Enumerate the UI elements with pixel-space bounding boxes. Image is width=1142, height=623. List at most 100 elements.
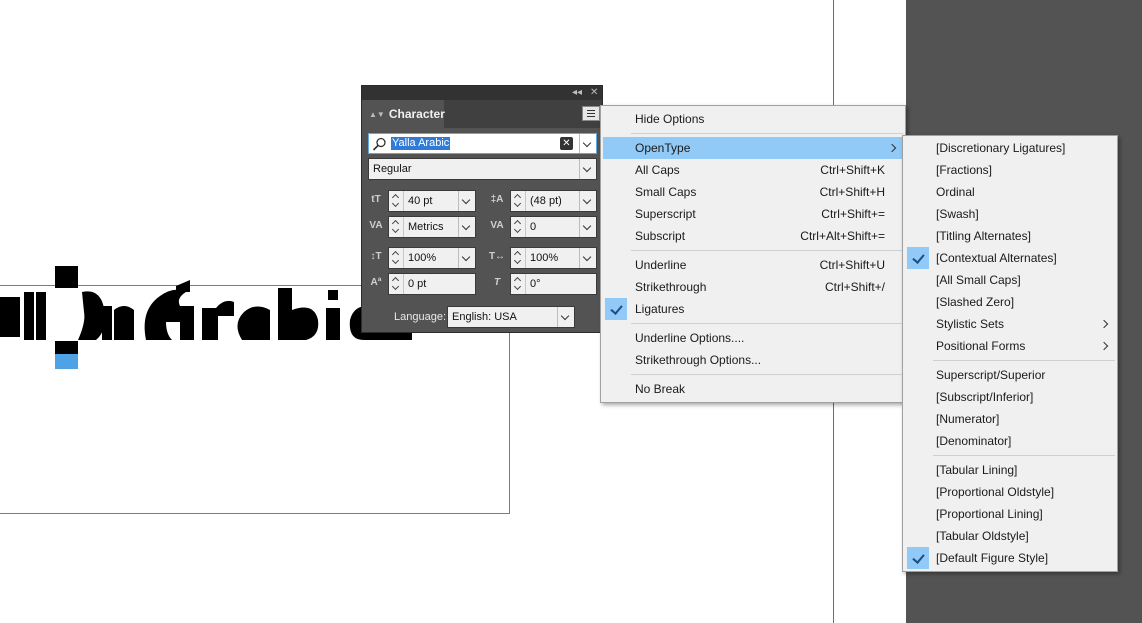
menu-item-hide-options[interactable]: Hide Options — [603, 108, 903, 130]
menu-item-shortcut: Ctrl+Shift+U — [819, 258, 885, 272]
menu-item-no-break[interactable]: No Break — [603, 378, 903, 400]
menu-item-proportional-oldstyle[interactable]: [Proportional Oldstyle] — [905, 481, 1115, 503]
menu-item-numerator[interactable]: [Numerator] — [905, 408, 1115, 430]
menu-item-superscript[interactable]: Superscript Ctrl+Shift+= — [603, 203, 903, 225]
leading-icon: ‡A — [490, 194, 504, 205]
menu-item-subscript-inferior[interactable]: [Subscript/Inferior] — [905, 386, 1115, 408]
menu-item-label: Underline Options.... — [635, 331, 745, 345]
menu-item-titling-alternates[interactable]: [Titling Alternates] — [905, 225, 1115, 247]
panel-expand-arrows-icon: ▲▼ — [369, 110, 385, 119]
menu-item-underline-options[interactable]: Underline Options.... — [603, 327, 903, 349]
stepper-icon[interactable] — [511, 191, 526, 211]
menu-item-label: [Default Figure Style] — [936, 551, 1049, 565]
menu-item-shortcut: Ctrl+Shift+= — [821, 207, 885, 221]
clear-icon[interactable]: ✕ — [560, 137, 573, 150]
chevron-down-icon[interactable] — [579, 191, 596, 211]
chevron-down-icon[interactable] — [579, 248, 596, 268]
menu-item-small-caps[interactable]: Small Caps Ctrl+Shift+H — [603, 181, 903, 203]
menu-separator — [933, 360, 1115, 361]
text-selection-highlight — [55, 354, 78, 369]
menu-item-label: [Swash] — [936, 207, 979, 221]
font-size-value: 40 pt — [408, 195, 433, 207]
checkmark-icon — [605, 298, 627, 320]
menu-item-subscript[interactable]: Subscript Ctrl+Alt+Shift+= — [603, 225, 903, 247]
menu-item-label: [All Small Caps] — [936, 273, 1021, 287]
menu-item-tabular-lining[interactable]: [Tabular Lining] — [905, 459, 1115, 481]
menu-item-ligatures[interactable]: Ligatures — [603, 298, 903, 320]
chevron-down-icon[interactable] — [579, 217, 596, 237]
menu-item-shortcut: Ctrl+Alt+Shift+= — [800, 229, 885, 243]
stepper-icon[interactable] — [511, 217, 526, 237]
baseline-shift-value: 0 pt — [408, 278, 427, 290]
panel-tab-row: ▲▼ Character — [362, 100, 602, 128]
menu-item-ordinal[interactable]: Ordinal — [905, 181, 1115, 203]
menu-item-slashed-zero[interactable]: [Slashed Zero] — [905, 291, 1115, 313]
font-style-select[interactable]: Regular — [368, 158, 597, 180]
menu-item-label: [Denominator] — [936, 434, 1012, 448]
menu-item-all-caps[interactable]: All Caps Ctrl+Shift+K — [603, 159, 903, 181]
menu-item-label: Ordinal — [936, 185, 975, 199]
vertical-scale-field[interactable]: 100% — [388, 247, 476, 269]
stepper-icon[interactable] — [389, 248, 404, 268]
tracking-value: 0 — [530, 221, 537, 233]
menu-item-contextual-alternates[interactable]: [Contextual Alternates] — [905, 247, 1115, 269]
skew-field[interactable]: 0° — [510, 273, 597, 295]
menu-item-positional-forms[interactable]: Positional Forms — [905, 335, 1115, 357]
menu-item-strikethrough-options[interactable]: Strikethrough Options... — [603, 349, 903, 371]
kerning-field[interactable]: Metrics — [388, 216, 476, 238]
chevron-down-icon[interactable] — [557, 307, 574, 327]
chevron-right-icon — [886, 137, 900, 159]
font-family-value: Yalla Arabic — [391, 137, 451, 150]
chevron-down-icon[interactable] — [458, 217, 475, 237]
panel-menu-button[interactable] — [582, 106, 600, 121]
stepper-icon[interactable] — [511, 274, 526, 294]
tab-character[interactable]: ▲▼ Character — [362, 100, 445, 128]
menu-item-default-figure-style[interactable]: [Default Figure Style] — [905, 547, 1115, 569]
stepper-icon[interactable] — [389, 274, 404, 294]
collapse-panel-icon[interactable]: ◂◂ — [572, 86, 582, 100]
horizontal-scale-icon: T↔ — [488, 251, 506, 262]
panel-title-bar[interactable]: ◂◂ ✕ — [362, 86, 602, 100]
menu-item-tabular-oldstyle[interactable]: [Tabular Oldstyle] — [905, 525, 1115, 547]
kerning-icon: VA — [369, 220, 383, 231]
leading-field[interactable]: (48 pt) — [510, 190, 597, 212]
stepper-icon[interactable] — [389, 217, 404, 237]
tracking-field[interactable]: 0 — [510, 216, 597, 238]
horizontal-scale-field[interactable]: 100% — [510, 247, 597, 269]
language-select[interactable]: English: USA — [447, 306, 575, 328]
close-panel-icon[interactable]: ✕ — [590, 86, 598, 100]
menu-item-superscript-superior[interactable]: Superscript/Superior — [905, 364, 1115, 386]
menu-item-fractions[interactable]: [Fractions] — [905, 159, 1115, 181]
baseline-shift-field[interactable]: 0 pt — [388, 273, 476, 295]
menu-item-stylistic-sets[interactable]: Stylistic Sets — [905, 313, 1115, 335]
menu-item-all-small-caps[interactable]: [All Small Caps] — [905, 269, 1115, 291]
menu-item-swash[interactable]: [Swash] — [905, 203, 1115, 225]
menu-item-label: [Slashed Zero] — [936, 295, 1015, 309]
menu-item-label: [Numerator] — [936, 412, 1000, 426]
font-family-search-input[interactable]: Yalla Arabic ✕ — [368, 133, 597, 154]
chevron-down-icon[interactable] — [458, 191, 475, 211]
stepper-icon[interactable] — [389, 191, 404, 211]
menu-item-opentype[interactable]: OpenType — [603, 137, 903, 159]
menu-item-label: OpenType — [635, 141, 691, 155]
language-value: English: USA — [452, 311, 517, 323]
menu-item-underline[interactable]: Underline Ctrl+Shift+U — [603, 254, 903, 276]
menu-item-strikethrough[interactable]: Strikethrough Ctrl+Shift+/ — [603, 276, 903, 298]
font-size-icon: tT — [371, 194, 381, 205]
character-panel-menu: Hide Options OpenType All Caps Ctrl+Shif… — [600, 105, 906, 403]
menu-item-label: Superscript — [635, 207, 696, 221]
menu-item-label: [Proportional Lining] — [936, 507, 1043, 521]
tracking-icon: VA — [490, 220, 504, 231]
menu-item-label: Positional Forms — [936, 339, 1026, 353]
menu-item-label: Ligatures — [635, 302, 685, 316]
chevron-down-icon[interactable] — [458, 248, 475, 268]
chevron-down-icon[interactable] — [579, 159, 596, 179]
stepper-icon[interactable] — [511, 248, 526, 268]
vertical-scale-icon: ↕T — [370, 251, 382, 262]
font-size-field[interactable]: 40 pt — [388, 190, 476, 212]
menu-item-proportional-lining[interactable]: [Proportional Lining] — [905, 503, 1115, 525]
menu-item-discretionary-ligatures[interactable]: [Discretionary Ligatures] — [905, 137, 1115, 159]
language-label: Language: — [394, 311, 446, 323]
menu-item-denominator[interactable]: [Denominator] — [905, 430, 1115, 452]
chevron-down-icon[interactable] — [579, 134, 596, 153]
